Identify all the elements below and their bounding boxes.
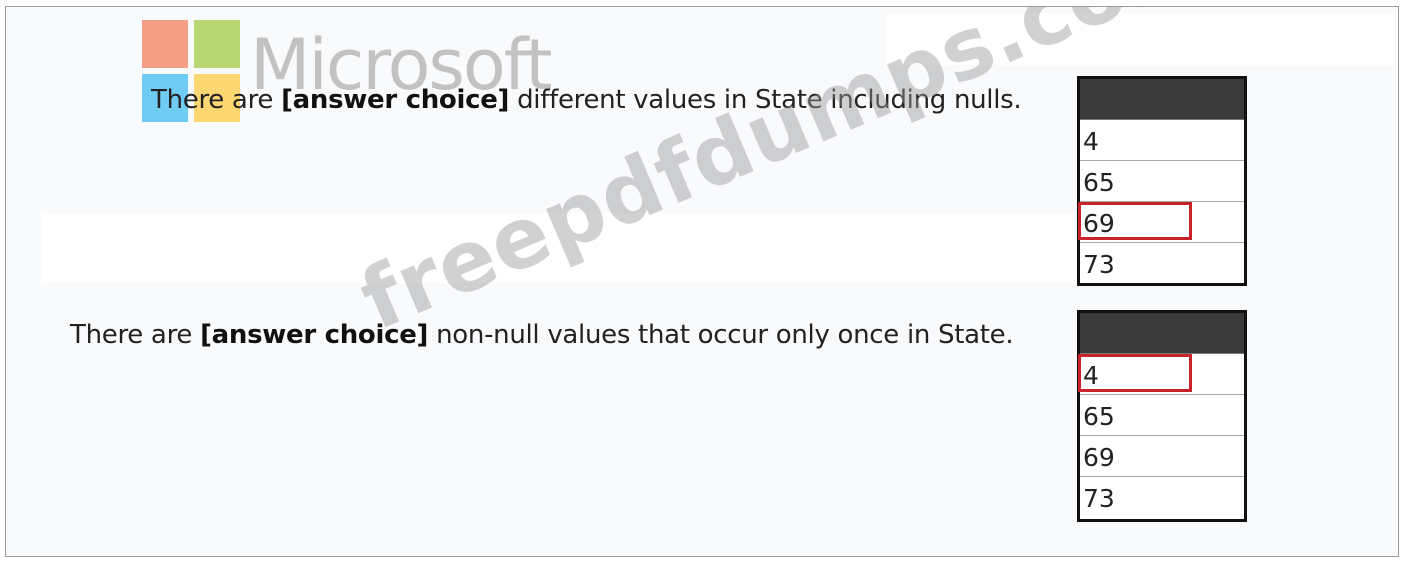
logo-red-square: [142, 20, 188, 68]
dropdown-header: [1080, 79, 1244, 120]
statement-2-option-4-selected[interactable]: 4: [1078, 354, 1244, 395]
statement-1-answer-placeholder: [answer choice]: [281, 85, 510, 115]
statement-2-prefix: There are: [70, 320, 201, 350]
statement-2-suffix: non-null values that occur only once in …: [428, 320, 1014, 350]
dropdown-header: [1080, 313, 1244, 354]
logo-green-square: [194, 20, 240, 68]
statement-2-option-73[interactable]: 73: [1080, 477, 1244, 518]
question-panel: Microsoft There are [answer choice] diff…: [5, 6, 1399, 557]
statement-1-prefix: There are: [151, 85, 282, 115]
statement-1-option-4[interactable]: 4: [1080, 120, 1244, 161]
statement-2-option-69[interactable]: 69: [1080, 436, 1244, 477]
statement-2-option-65[interactable]: 65: [1080, 395, 1244, 436]
statement-1-option-65[interactable]: 65: [1080, 161, 1244, 202]
statement-2-answer-dropdown[interactable]: 4 65 69 73: [1077, 310, 1247, 522]
statement-2-text: There are [answer choice] non-null value…: [70, 320, 1014, 350]
statement-1-option-69-selected[interactable]: 69: [1078, 202, 1244, 243]
statement-1-answer-dropdown[interactable]: 4 65 69 73: [1077, 76, 1247, 286]
statement-1-option-73[interactable]: 73: [1080, 243, 1244, 284]
